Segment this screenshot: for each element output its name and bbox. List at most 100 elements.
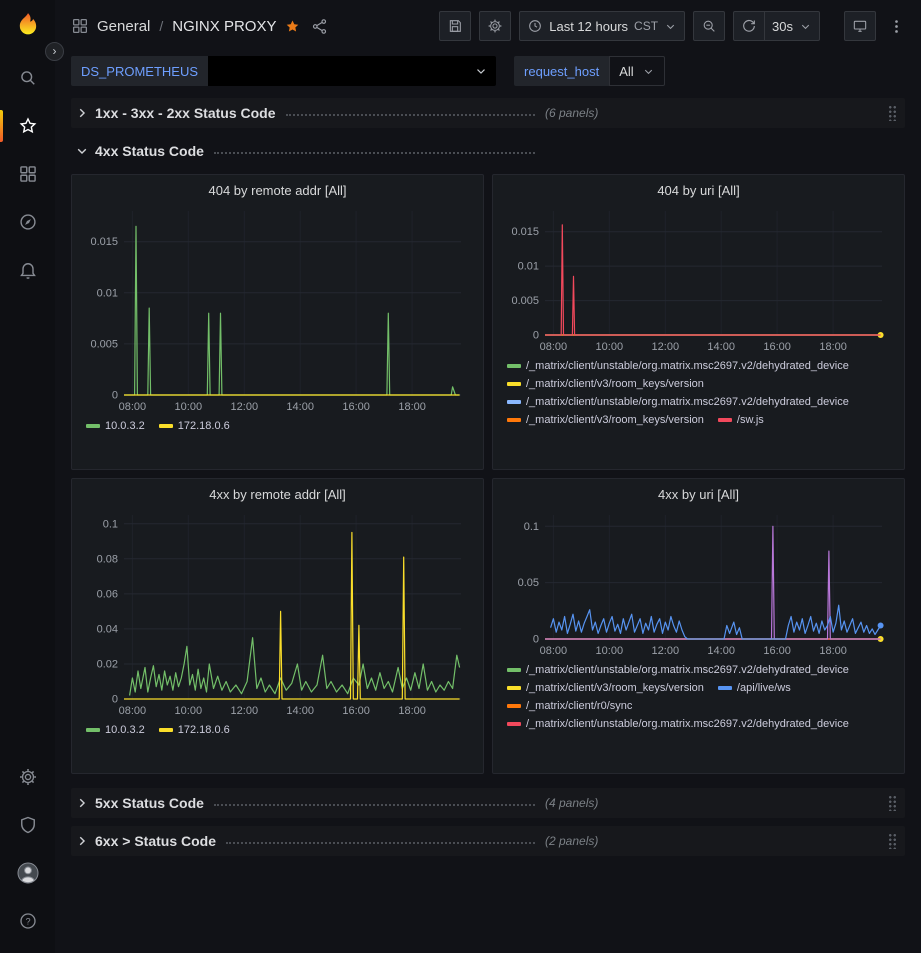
apps-button[interactable] [71,17,89,35]
svg-text:18:00: 18:00 [819,341,847,353]
compass-icon [18,212,38,232]
grafana-flame-icon [14,11,42,39]
shield-icon [18,815,38,835]
series-label: 10.0.3.2 [105,724,145,736]
legend-item[interactable]: 172.18.0.6 [159,420,230,432]
dashboards-grid-icon [18,164,38,184]
legend-item[interactable]: /_matrix/client/v3/room_keys/version [507,414,704,426]
series-label: /_matrix/client/unstable/org.matrix.msc2… [526,718,849,730]
sidebar-item-explore[interactable] [0,198,55,246]
grafana-app: › [0,0,921,953]
legend-item[interactable]: 10.0.3.2 [86,724,145,736]
row-drag-handle[interactable] [888,833,897,849]
grafana-logo[interactable] [13,10,43,40]
legend-item[interactable]: /_matrix/client/unstable/org.matrix.msc2… [507,664,849,676]
dashboard-title[interactable]: NGINX PROXY [172,18,276,35]
datasource-variable-label[interactable]: DS_PROMETHEUS [71,56,208,86]
legend-item[interactable]: /_matrix/client/unstable/org.matrix.msc2… [507,718,849,730]
more-options-button[interactable] [884,18,909,35]
sidebar-item-server-admin[interactable] [0,801,55,849]
sidebar-expand-button[interactable]: › [45,42,64,61]
legend-item[interactable]: 172.18.0.6 [159,724,230,736]
legend-item[interactable]: 10.0.3.2 [86,420,145,432]
refresh-interval-dropdown[interactable]: 30s [765,11,820,41]
row-1xx-3xx-2xx[interactable]: 1xx - 3xx - 2xx Status Code (6 panels) [71,98,905,128]
sidebar-item-configuration[interactable] [0,753,55,801]
chevron-down-icon [664,20,677,33]
row-title: 4xx Status Code [95,143,204,159]
svg-text:0.08: 0.08 [97,553,118,565]
svg-text:0.1: 0.1 [524,521,539,533]
svg-text:0: 0 [112,390,118,402]
refresh-button[interactable] [733,11,765,41]
series-label: 172.18.0.6 [178,724,230,736]
help-icon: ? [18,911,38,931]
legend-item[interactable]: /_matrix/client/unstable/org.matrix.msc2… [507,396,849,408]
panel-legend: 10.0.3.2 172.18.0.6 [80,415,475,463]
row-panel-count: (4 panels) [545,796,598,810]
row-panel-count: (6 panels) [545,106,598,120]
svg-text:12:00: 12:00 [652,645,680,657]
legend-item[interactable]: /_matrix/client/r0/sync [507,700,632,712]
panel-title[interactable]: 404 by uri [All] [501,179,896,203]
variables-bar: DS_PROMETHEUS request_host All [55,52,921,90]
sidebar-item-starred[interactable] [0,102,55,150]
svg-text:?: ? [25,916,30,926]
request-host-select[interactable]: All [609,56,664,86]
breadcrumb-folder[interactable]: General [97,18,150,35]
request-host-variable-label[interactable]: request_host [514,56,609,86]
datasource-select[interactable] [208,56,496,86]
sidebar-item-alerting[interactable] [0,246,55,294]
svg-text:0.1: 0.1 [103,518,118,530]
row-drag-handle[interactable] [888,105,897,121]
kebab-menu-icon [888,18,905,35]
legend-item[interactable]: /_matrix/client/v3/room_keys/version [507,682,704,694]
sidebar-item-help[interactable]: ? [0,897,55,945]
time-range-picker[interactable]: Last 12 hours CST [519,11,685,41]
panel-title[interactable]: 404 by remote addr [All] [80,179,475,203]
svg-text:0: 0 [112,694,118,706]
svg-text:0.015: 0.015 [90,236,118,248]
legend-item[interactable]: /api/live/ws [718,682,791,694]
sidebar-item-search[interactable] [0,54,55,102]
clock-icon [527,18,543,34]
legend-item[interactable]: /_matrix/client/v3/room_keys/version [507,378,704,390]
row-6xx[interactable]: 6xx > Status Code (2 panels) [71,826,905,856]
panel-title[interactable]: 4xx by uri [All] [501,483,896,507]
dashboard-settings-button[interactable] [479,11,511,41]
series-label: /_matrix/client/unstable/org.matrix.msc2… [526,360,849,372]
toolbar-right: Last 12 hours CST [439,11,909,41]
time-series-plot[interactable]: 08:0010:0012:0014:0016:0018:0000.020.040… [80,507,475,719]
svg-text:12:00: 12:00 [231,401,259,413]
svg-text:10:00: 10:00 [175,705,203,717]
panel-404-by-remote-addr: 404 by remote addr [All] 08:0010:0012:00… [71,174,484,470]
time-series-plot[interactable]: 08:0010:0012:0014:0016:0018:0000.0050.01… [501,203,896,355]
refresh-picker: 30s [733,11,820,41]
row-title: 6xx > Status Code [95,833,216,849]
panel-title[interactable]: 4xx by remote addr [All] [80,483,475,507]
star-filled-icon [284,18,301,35]
favorite-star-button[interactable] [284,18,301,35]
legend-item[interactable]: /sw.js [718,414,764,426]
tv-mode-button[interactable] [844,11,876,41]
row-5xx[interactable]: 5xx Status Code (4 panels) [71,788,905,818]
share-button[interactable] [311,18,328,35]
time-series-plot[interactable]: 08:0010:0012:0014:0016:0018:0000.050.1 [501,507,896,659]
top-navbar: General / NGINX PROXY [55,0,921,52]
series-swatch [507,722,521,726]
row-drag-handle[interactable] [888,795,897,811]
legend-item[interactable]: /_matrix/client/unstable/org.matrix.msc2… [507,360,849,372]
dotted-leader [214,152,535,154]
row-4xx[interactable]: 4xx Status Code [71,136,905,166]
zoom-out-button[interactable] [693,11,725,41]
sidebar-item-profile[interactable] [0,849,55,897]
series-swatch [507,364,521,368]
sidebar-item-dashboards[interactable] [0,150,55,198]
time-series-plot[interactable]: 08:0010:0012:0014:0016:0018:0000.0050.01… [80,203,475,415]
sidebar: › [0,0,55,953]
save-dashboard-button[interactable] [439,11,471,41]
svg-text:18:00: 18:00 [819,645,847,657]
gear-icon [487,18,503,34]
series-swatch [507,418,521,422]
svg-text:14:00: 14:00 [286,705,314,717]
